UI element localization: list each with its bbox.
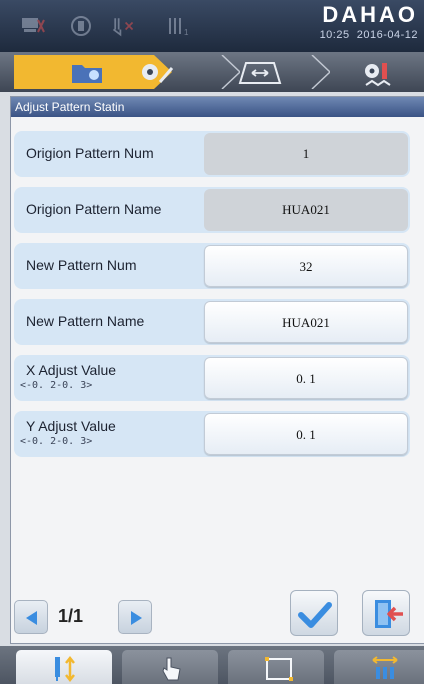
checkmark-icon: [298, 602, 332, 628]
tab-needle-updown[interactable]: [16, 650, 112, 684]
range-hint: <-0. 2-0. 3>: [20, 380, 93, 391]
flower-edit-icon: [142, 64, 174, 83]
exit-door-icon: [375, 600, 403, 628]
row-y-adjust-value: Y Adjust Value <-0. 2-0. 3> 0. 1: [14, 411, 410, 457]
row-origion-pattern-name: Origion Pattern Name HUA021: [14, 187, 410, 233]
row-label: X Adjust Value: [26, 362, 117, 378]
spool-icon: [71, 16, 91, 36]
row-new-pattern-num: New Pattern Num 32: [14, 243, 410, 289]
frame-icon: [265, 657, 293, 681]
prev-page-button[interactable]: [14, 600, 48, 634]
next-page-button[interactable]: [118, 600, 152, 634]
frame-adjust-icon: [238, 62, 282, 84]
status-bar: 1 DAHAO 10:25 2016-04-12: [0, 0, 424, 52]
confirm-button[interactable]: [290, 590, 338, 636]
needle-1-icon: 1: [169, 18, 189, 37]
row-label: New Pattern Num: [26, 257, 137, 273]
svg-text:1: 1: [184, 28, 189, 37]
step-frame-adjust[interactable]: [220, 55, 330, 89]
row-label: New Pattern Name: [26, 313, 145, 329]
panel-title: Adjust Pattern Statin: [11, 97, 424, 117]
tab-frame[interactable]: [228, 650, 324, 684]
exit-button[interactable]: [362, 590, 410, 636]
row-x-adjust-value: X Adjust Value <-0. 2-0. 3> 0. 1: [14, 355, 410, 401]
clock: 10:25 2016-04-12: [320, 29, 418, 41]
time-text: 10:25: [319, 29, 350, 41]
pager: 1/1: [14, 600, 154, 634]
new-pattern-num-input[interactable]: 32: [204, 245, 408, 287]
row-origion-pattern-num: Origion Pattern Num 1: [14, 131, 410, 177]
row-label: Origion Pattern Name: [26, 201, 162, 217]
step-bar: [0, 52, 424, 92]
page-indicator: 1/1: [58, 606, 84, 626]
arrow-right-icon: [131, 611, 142, 625]
tab-needle-spread[interactable]: [334, 650, 424, 684]
y-adjust-input[interactable]: 0. 1: [204, 413, 408, 455]
origion-pattern-num-value: 1: [204, 133, 408, 175]
needle-off-icon: [112, 18, 134, 37]
new-pattern-name-input[interactable]: HUA021: [204, 301, 408, 343]
row-label: Origion Pattern Num: [26, 145, 154, 161]
needle-spread-icon: [372, 656, 398, 679]
tab-hand-pointer[interactable]: [122, 650, 218, 684]
arrow-left-icon: [26, 611, 37, 625]
row-label: Y Adjust Value: [26, 418, 116, 434]
row-new-pattern-name: New Pattern Name HUA021: [14, 299, 410, 345]
brand-name: DAHAO: [322, 2, 418, 27]
range-hint: <-0. 2-0. 3>: [20, 436, 93, 447]
date-text: 2016-04-12: [356, 29, 418, 41]
brand-block: DAHAO 10:25 2016-04-12: [320, 2, 418, 41]
x-adjust-input[interactable]: 0. 1: [204, 357, 408, 399]
bottom-nav: [0, 646, 424, 684]
flower-stitch-icon: [365, 63, 391, 87]
needle-updown-icon: [55, 655, 75, 683]
hand-pointer-icon: [162, 657, 181, 681]
origion-pattern-name-value: HUA021: [204, 189, 408, 231]
embroidery-machine-icon: [22, 18, 45, 33]
step-flower-stitch[interactable]: [344, 55, 414, 89]
